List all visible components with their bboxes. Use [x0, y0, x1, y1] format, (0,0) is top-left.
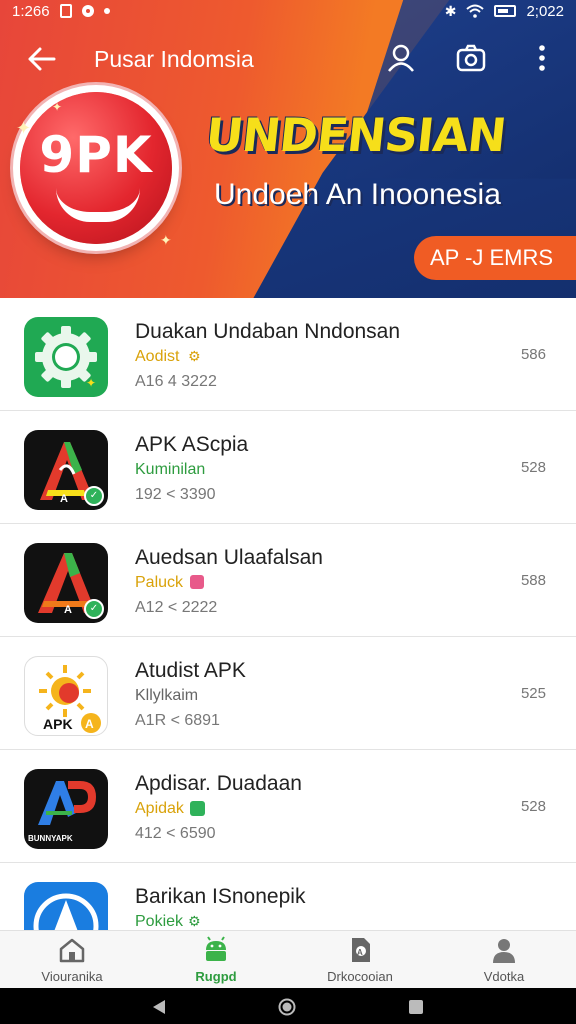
colored-a-logo-icon: A ✓	[24, 430, 108, 510]
nav-label: Drkocooian	[327, 969, 393, 984]
apk-logo-badge: 9PK	[20, 92, 172, 244]
tag-badge-icon	[190, 575, 204, 589]
status-time: 1:266	[12, 2, 50, 20]
app-meta: A1R < 6891	[135, 712, 220, 729]
app-meta: A16 4 3222	[135, 373, 217, 390]
profile-icon	[493, 939, 515, 963]
app-name: APK AScpia	[135, 433, 249, 456]
bottom-navigation: Viouranika Rugpd A Drkocooian Vdotka	[0, 930, 576, 988]
battery-icon	[494, 5, 517, 17]
app-name: Apdisar. Duadaan	[135, 772, 302, 795]
svg-text:✦: ✦	[86, 376, 96, 390]
hero-banner: 1:266 ✱ 2;022 Pusar Indomsia 9PK ✦ ✦ ✦ U…	[0, 0, 576, 298]
tag-badge-icon: ⚙	[188, 348, 201, 364]
android-icon	[206, 936, 226, 961]
logo-smile-shape	[56, 188, 140, 222]
app-name: Atudist APK	[135, 659, 246, 682]
back-triangle-icon[interactable]	[150, 998, 168, 1016]
list-item[interactable]: ✦ Duakan Undaban Nndonsan Aodist ⚙ A16 4…	[0, 298, 576, 411]
banner-subtitle: Undoeh An Inoonesia	[214, 178, 501, 211]
home-circle-icon[interactable]	[278, 998, 296, 1016]
sun-apk-icon: APK A	[24, 656, 108, 736]
app-count: 588	[520, 572, 546, 589]
gear-icon: ✦	[24, 317, 108, 397]
status-clock: 2;022	[526, 2, 564, 20]
logo-text: 9PK	[39, 126, 153, 184]
nav-label: Vdotka	[483, 969, 525, 984]
app-tag: Paluck	[135, 574, 184, 591]
nav-label: Rugpd	[195, 969, 237, 984]
list-item[interactable]: BUNNYAPK Apdisar. Duadaan Apidak 412 < 6…	[0, 750, 576, 863]
colored-a-logo-icon: A ✓	[24, 543, 108, 623]
nav-item-home[interactable]: Viouranika	[0, 931, 144, 988]
app-count: 586	[520, 346, 546, 363]
list-item[interactable]: A ✓ APK AScpia Kuminilan 192 < 3390 528	[0, 411, 576, 524]
app-tag: Apidak	[135, 800, 184, 817]
ap-logo-icon: BUNNYAPK	[24, 769, 108, 849]
app-name: Barikan ISnonepik	[135, 885, 306, 908]
app-list: ✦ Duakan Undaban Nndonsan Aodist ⚙ A16 4…	[0, 298, 576, 930]
app-name: Duakan Undaban Nndonsan	[135, 320, 401, 343]
bluetooth-icon: ✱	[444, 2, 457, 19]
nav-label: Viouranika	[41, 969, 103, 984]
svg-text:A: A	[64, 604, 72, 616]
app-tag: Pokiek	[135, 913, 184, 930]
camera-icon[interactable]	[455, 42, 487, 74]
app-bar: Pusar Indomsia	[0, 36, 576, 82]
tag-badge-icon: ⚙	[188, 913, 201, 929]
list-item[interactable]: APK A Atudist APK Kllylkaim A1R < 6891 5…	[0, 637, 576, 750]
svg-text:A: A	[357, 948, 363, 957]
app-tag: Aodist	[135, 348, 180, 365]
svg-text:BUNNYAPK: BUNNYAPK	[28, 834, 73, 843]
nav-item-apk-files[interactable]: A Drkocooian	[288, 931, 432, 988]
banner-title: UNDENSIAN	[203, 108, 509, 162]
home-icon	[59, 938, 85, 963]
notification-circle-icon	[81, 5, 94, 17]
app-count: 528	[520, 459, 546, 476]
app-tag: Kuminilan	[135, 461, 206, 478]
banner-pill-button[interactable]: AP -J EMRS	[414, 236, 576, 280]
page-title: Pusar Indomsia	[94, 46, 254, 72]
system-navigation-bar	[0, 988, 576, 1024]
wifi-icon	[466, 4, 485, 18]
list-item[interactable]: Barikan ISnonepik Pokiek ⚙	[0, 863, 576, 930]
sparkle-icon: ✦	[160, 232, 172, 248]
nav-item-profile[interactable]: Vdotka	[432, 931, 576, 988]
nav-item-android[interactable]: Rugpd	[144, 931, 288, 988]
sparkle-icon: ✦	[52, 100, 63, 114]
sparkle-icon: ✦	[16, 118, 32, 138]
svg-text:APK: APK	[43, 716, 73, 732]
app-count: 528	[520, 798, 546, 815]
svg-text:A: A	[60, 493, 68, 505]
app-tag: Kllylkaim	[135, 687, 199, 704]
navigation-a-icon	[24, 882, 108, 930]
notification-box-icon	[59, 4, 72, 18]
more-options-icon[interactable]	[526, 42, 558, 74]
notification-dot-icon	[103, 8, 110, 14]
app-meta: A12 < 2222	[135, 599, 218, 616]
app-meta: 192 < 3390	[135, 486, 216, 503]
list-item[interactable]: A ✓ Auedsan Ulaafalsan Paluck A12 < 2222…	[0, 524, 576, 637]
app-count: 525	[520, 685, 546, 702]
back-arrow-icon[interactable]	[24, 44, 58, 74]
user-icon[interactable]	[385, 42, 417, 74]
app-meta: 412 < 6590	[135, 825, 216, 842]
app-name: Auedsan Ulaafalsan	[135, 546, 323, 569]
tag-badge-icon	[190, 801, 205, 816]
recents-square-icon[interactable]	[407, 998, 425, 1016]
svg-text:A: A	[85, 717, 94, 731]
apk-file-icon: A	[352, 938, 370, 962]
status-bar: 1:266 ✱ 2;022	[0, 0, 576, 22]
